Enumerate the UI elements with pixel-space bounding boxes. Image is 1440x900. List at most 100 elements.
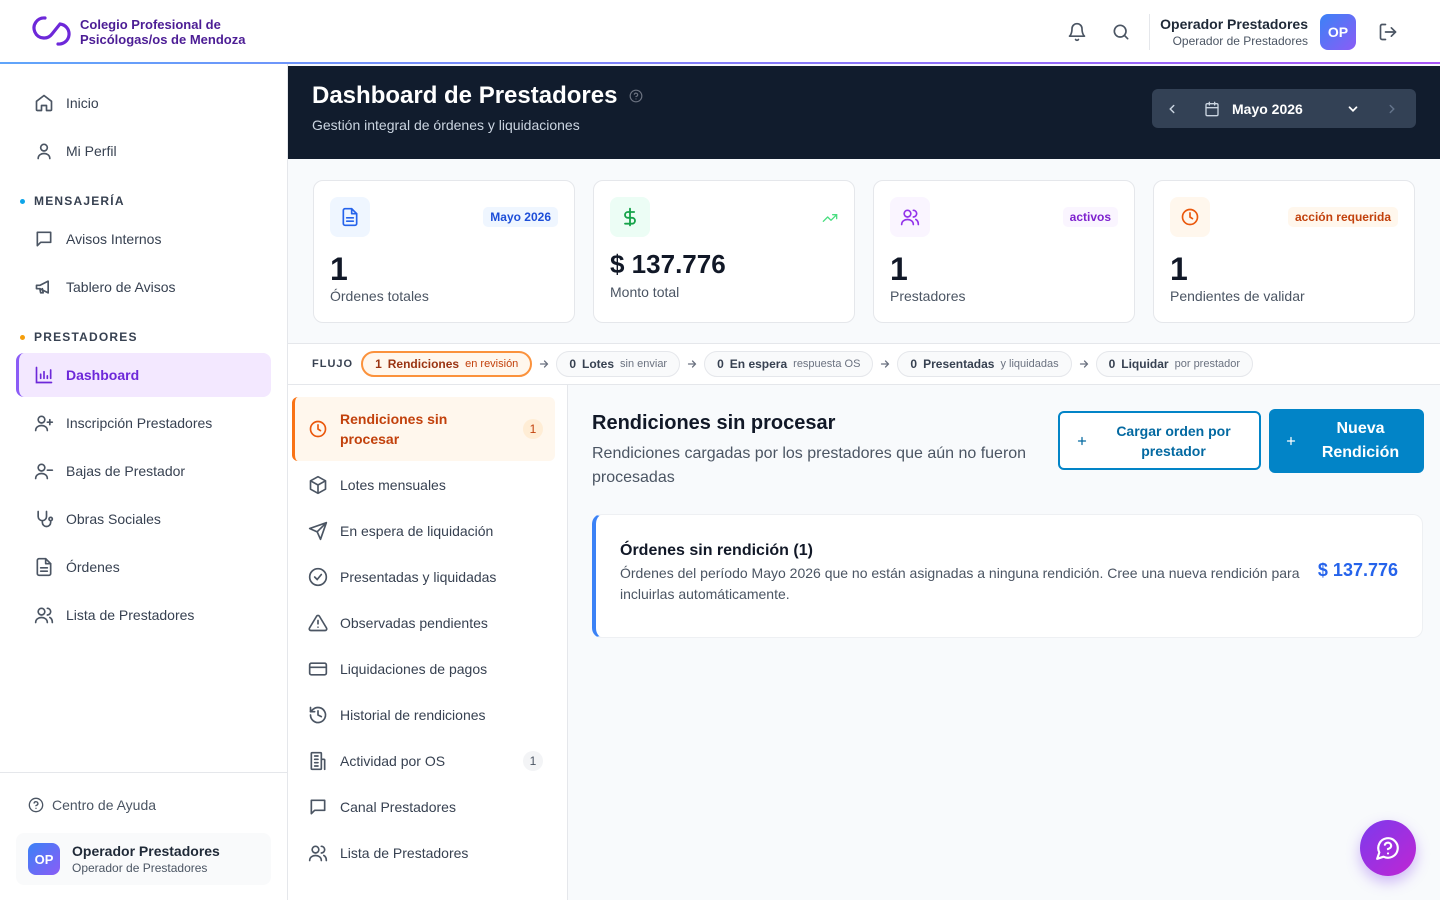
org-name-line2: Psicólogas/os de Mendoza bbox=[80, 32, 246, 47]
sidebar-item-inicio[interactable]: Inicio bbox=[16, 81, 271, 125]
subnav-item-rendiciones-sin-procesar[interactable]: Rendiciones sin procesar 1 bbox=[292, 397, 555, 461]
users-icon bbox=[900, 209, 920, 226]
sidebar-item-label: Tablero de Avisos bbox=[66, 279, 176, 295]
sidebar-item-lista-prestadores[interactable]: Lista de Prestadores bbox=[16, 593, 271, 637]
section-description: Rendiciones cargadas por los prestadores… bbox=[592, 445, 1027, 486]
subnav-item-label: Rendiciones sin procesar bbox=[340, 411, 448, 447]
user-icon bbox=[37, 143, 51, 160]
subnav-item-label: Liquidaciones de pagos bbox=[340, 661, 488, 677]
flow-step-en-espera[interactable]: 0 En espera respuesta OS bbox=[704, 351, 874, 377]
flow-step-rendiciones[interactable]: 1 Rendiciones en revisión bbox=[361, 351, 533, 377]
clock-icon bbox=[1181, 208, 1199, 226]
flow-step-name: Lotes bbox=[582, 357, 615, 371]
sidebar-avatar: OP bbox=[28, 843, 60, 875]
stat-value: $ 137.776 bbox=[610, 249, 726, 279]
info-card-text: Órdenes del período Mayo 2026 que no est… bbox=[620, 565, 1300, 602]
arrow-right-icon bbox=[881, 360, 890, 368]
header-actions: Operador Prestadores Operador de Prestad… bbox=[1065, 0, 1440, 64]
org-name-line1: Colegio Profesional de bbox=[80, 17, 221, 32]
sidebar-item-tablero-avisos[interactable]: Tablero de Avisos bbox=[16, 265, 271, 309]
sidebar-item-bajas[interactable]: Bajas de Prestador bbox=[16, 449, 271, 493]
sidebar-item-dashboard[interactable]: Dashboard bbox=[16, 353, 271, 397]
arrow-right-icon bbox=[1079, 360, 1088, 368]
stat-card-prestadores[interactable]: activos 1 Prestadores bbox=[873, 180, 1135, 323]
home-icon bbox=[35, 94, 53, 112]
header-user-info[interactable]: Operador Prestadores Operador de Prestad… bbox=[1160, 16, 1308, 48]
sidebar-item-ordenes[interactable]: Órdenes bbox=[16, 545, 271, 589]
logout-button[interactable] bbox=[1376, 20, 1400, 44]
subnav-item-presentadas[interactable]: Presentadas y liquidadas bbox=[292, 554, 555, 600]
flow-step-presentadas[interactable]: 0 Presentadas y liquidadas bbox=[897, 351, 1072, 377]
section-dot bbox=[20, 198, 25, 204]
users-icon bbox=[308, 845, 328, 862]
top-header: Colegio Profesional de Psicólogas/os de … bbox=[0, 0, 1440, 64]
subnav-item-lotes-mensuales[interactable]: Lotes mensuales bbox=[292, 462, 555, 508]
workflow-label: FLUJO bbox=[312, 358, 354, 370]
sidebar: Inicio Mi Perfil MENSAJERÍA Avisos Inter… bbox=[0, 64, 288, 900]
help-center-link[interactable]: Centro de Ayuda bbox=[28, 797, 156, 813]
chevron-left-icon bbox=[1169, 104, 1175, 113]
stat-card-ordenes[interactable]: Mayo 2026 1 Órdenes totales bbox=[313, 180, 575, 323]
subnav-item-actividad-os[interactable]: Actividad por OS 1 bbox=[292, 738, 555, 784]
arrow-right-icon bbox=[540, 360, 549, 368]
info-card-title: Órdenes sin rendición (1) bbox=[620, 542, 813, 559]
header-user-name: Operador Prestadores bbox=[1160, 16, 1308, 32]
next-period-button[interactable] bbox=[1372, 89, 1412, 128]
bell-icon bbox=[1068, 22, 1086, 42]
help-circle-icon bbox=[28, 797, 44, 813]
chevron-down-icon bbox=[1348, 105, 1358, 112]
help-center-label: Centro de Ayuda bbox=[52, 797, 157, 813]
stethoscope-icon bbox=[37, 510, 54, 528]
page-title-text: Dashboard de Prestadores bbox=[312, 82, 618, 109]
notifications-button[interactable] bbox=[1065, 20, 1089, 44]
search-icon bbox=[1113, 24, 1129, 40]
plus-icon bbox=[1077, 436, 1087, 445]
help-chat-button[interactable] bbox=[1360, 820, 1416, 876]
page-subtitle: Gestión integral de órdenes y liquidacio… bbox=[312, 117, 580, 133]
org-logo[interactable]: Colegio Profesional de Psicólogas/os de … bbox=[32, 14, 245, 50]
header-avatar[interactable]: OP bbox=[1320, 14, 1356, 50]
logout-icon bbox=[1379, 23, 1397, 41]
plus-icon bbox=[1286, 436, 1296, 446]
subnav-item-lista-prestadores[interactable]: Lista de Prestadores bbox=[292, 830, 555, 876]
header-divider bbox=[1149, 14, 1151, 50]
flow-step-lotes[interactable]: 0 Lotes sin enviar bbox=[556, 351, 681, 377]
section-label-text: MENSAJERÍA bbox=[34, 194, 125, 208]
subnav-item-en-espera[interactable]: En espera de liquidación bbox=[292, 508, 555, 554]
help-circle-icon[interactable] bbox=[629, 89, 643, 103]
period-dropdown[interactable]: Mayo 2026 bbox=[1192, 89, 1372, 128]
info-card-amount: $ 137.776 bbox=[1317, 560, 1398, 580]
subnav-item-historial[interactable]: Historial de rendiciones bbox=[292, 692, 555, 738]
sidebar-item-mi-perfil[interactable]: Mi Perfil bbox=[16, 129, 271, 173]
stat-caption: Prestadores bbox=[890, 288, 966, 304]
flow-step-liquidar[interactable]: 0 Liquidar por prestador bbox=[1095, 351, 1254, 377]
subnav-item-canal[interactable]: Canal Prestadores bbox=[292, 784, 555, 830]
load-order-button[interactable]: Cargar orden por prestador bbox=[1058, 411, 1261, 470]
sidebar-user-card[interactable]: OP Operador Prestadores Operador de Pres… bbox=[16, 833, 271, 885]
sidebar-item-label: Inscripción Prestadores bbox=[66, 415, 213, 431]
sidebar-item-obras-sociales[interactable]: Obras Sociales bbox=[16, 497, 271, 541]
subnav-item-liquidaciones[interactable]: Liquidaciones de pagos bbox=[292, 646, 555, 692]
flow-step-name: Liquidar bbox=[1121, 357, 1169, 371]
subnav-item-label: En espera de liquidación bbox=[340, 523, 494, 539]
stat-caption: Monto total bbox=[610, 284, 680, 300]
sidebar-item-inscripcion[interactable]: Inscripción Prestadores bbox=[16, 401, 271, 445]
user-minus-icon bbox=[34, 463, 54, 480]
stat-card-monto[interactable]: $ 137.776 Monto total bbox=[593, 180, 855, 323]
stat-value: 1 bbox=[330, 251, 348, 287]
package-icon bbox=[309, 475, 327, 495]
search-button[interactable] bbox=[1109, 20, 1133, 44]
stat-card-pendientes[interactable]: acción requerida 1 Pendientes de validar bbox=[1153, 180, 1415, 323]
sidebar-item-avisos-internos[interactable]: Avisos Internos bbox=[16, 217, 271, 261]
load-order-label: Cargar orden por prestador bbox=[1116, 422, 1231, 459]
flow-step-hint: en revisión bbox=[465, 358, 519, 370]
subnav-item-observadas[interactable]: Observadas pendientes bbox=[292, 600, 555, 646]
previous-period-button[interactable] bbox=[1152, 89, 1192, 128]
new-rendicion-button[interactable]: Nueva Rendición bbox=[1269, 409, 1424, 473]
history-icon bbox=[309, 706, 327, 724]
flow-step-count: 1 bbox=[375, 357, 382, 371]
section-dot bbox=[20, 334, 25, 340]
dollar-icon bbox=[624, 207, 636, 227]
flow-step-hint: respuesta OS bbox=[793, 358, 861, 370]
subnav-item-label: Observadas pendientes bbox=[340, 615, 488, 631]
